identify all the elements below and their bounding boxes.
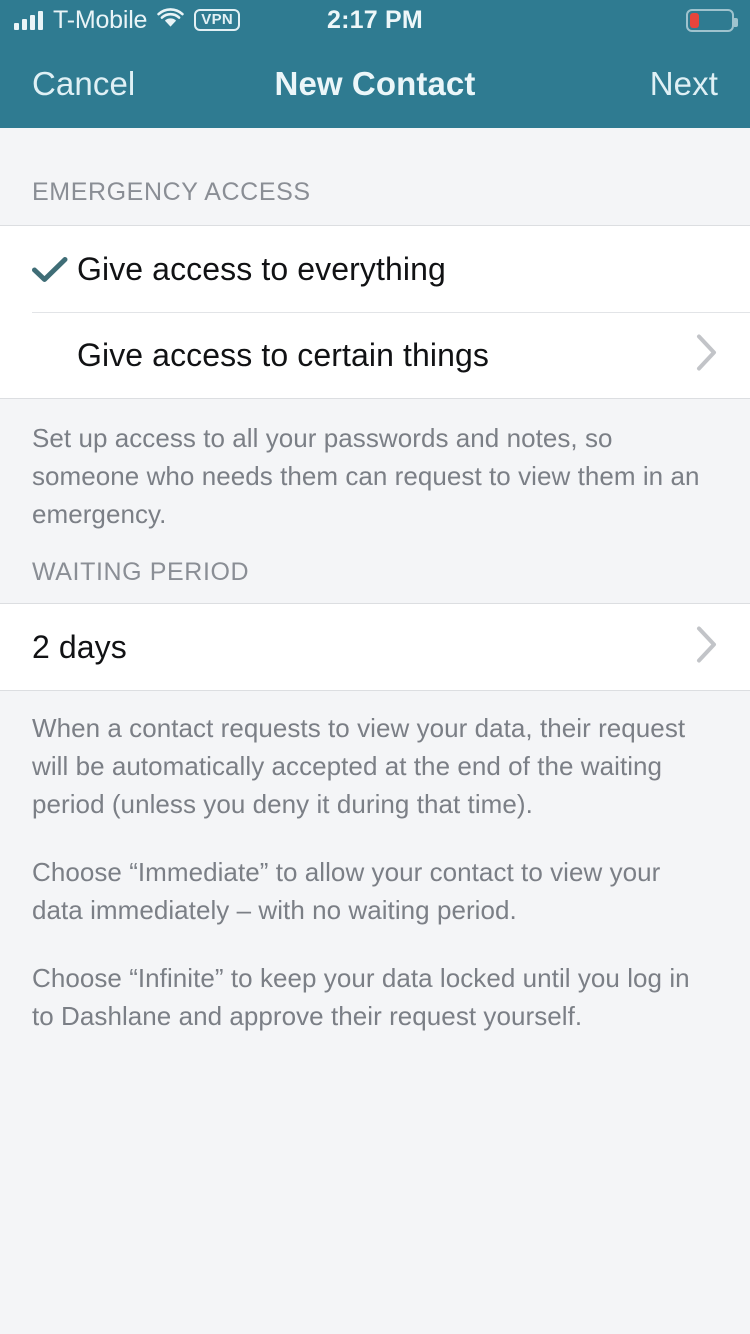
waiting-period-group: 2 days <box>0 603 750 691</box>
next-button[interactable]: Next <box>650 65 718 103</box>
status-bar-right <box>686 8 738 32</box>
waiting-period-value: 2 days <box>32 628 127 665</box>
status-bar: T-Mobile VPN 2:17 PM <box>0 0 750 40</box>
option-give-access-to-everything[interactable]: Give access to everything <box>0 226 750 312</box>
chevron-right-icon <box>696 334 718 377</box>
battery-fill <box>690 12 699 28</box>
cancel-button[interactable]: Cancel <box>32 65 135 103</box>
battery-cap <box>734 17 738 27</box>
settings-content: EMERGENCY ACCESS Give access to everythi… <box>0 128 750 1334</box>
phone-screen: T-Mobile VPN 2:17 PM Cancel New Contact … <box>0 0 750 1334</box>
chevron-right-icon <box>696 626 718 669</box>
checkmark-icon <box>32 256 77 283</box>
option-label: Give access to certain things <box>77 336 489 373</box>
navigation-bar: Cancel New Contact Next <box>0 40 750 128</box>
footnote-paragraph: Choose “Immediate” to allow your contact… <box>32 857 661 925</box>
status-bar-clock: 2:17 PM <box>327 5 423 34</box>
waiting-period-footnotes: When a contact requests to view your dat… <box>0 691 750 1035</box>
battery-icon <box>686 8 738 32</box>
waiting-period-row[interactable]: 2 days <box>0 604 750 690</box>
section-header-waiting-period: WAITING PERIOD <box>32 558 250 586</box>
emergency-access-options: Give access to everything Give access to… <box>0 225 750 399</box>
option-label: Give access to everything <box>77 250 446 287</box>
footnote-paragraph: Set up access to all your passwords and … <box>32 423 700 529</box>
footnote-paragraph: When a contact requests to view your dat… <box>32 713 686 819</box>
footnote-paragraph: Choose “Infinite” to keep your data lock… <box>32 963 690 1031</box>
option-give-access-to-certain-things[interactable]: Give access to certain things <box>0 312 750 398</box>
emergency-access-footnote: Set up access to all your passwords and … <box>0 399 750 533</box>
section-header-emergency-access: EMERGENCY ACCESS <box>32 178 311 206</box>
